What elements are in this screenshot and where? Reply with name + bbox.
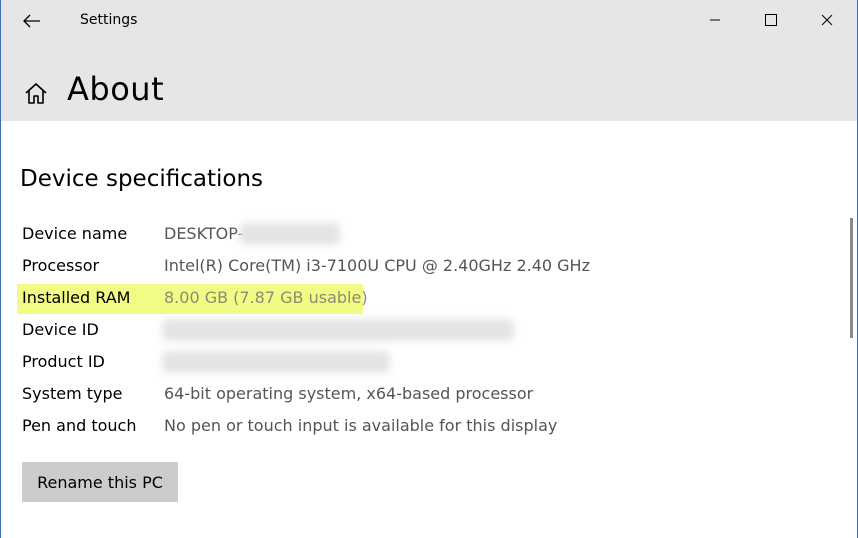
- maximize-icon: [765, 14, 777, 26]
- redacted-value: [162, 319, 514, 341]
- spec-value: 64-bit operating system, x64-based proce…: [164, 384, 534, 403]
- spec-row-installed-ram: Installed RAM 8.00 GB (7.87 GB usable): [22, 285, 662, 311]
- spec-label: Device ID: [22, 320, 99, 339]
- window-title: Settings: [80, 12, 138, 28]
- scrollbar[interactable]: [850, 218, 853, 338]
- section-title: Device specifications: [20, 166, 264, 192]
- spec-label: System type: [22, 384, 123, 403]
- spec-row-device-id: Device ID: [22, 317, 662, 343]
- spec-label: Device name: [22, 224, 128, 243]
- rename-pc-button[interactable]: Rename this PC: [22, 462, 178, 502]
- redacted-value: [240, 223, 340, 245]
- page-header: About: [1, 44, 857, 121]
- minimize-icon: [710, 19, 720, 21]
- spec-label: Installed RAM: [22, 288, 131, 307]
- spec-row-product-id: Product ID: [22, 349, 662, 375]
- spec-row-processor: Processor Intel(R) Core(TM) i3-7100U CPU…: [22, 253, 662, 279]
- minimize-button[interactable]: [687, 0, 743, 40]
- spec-label: Processor: [22, 256, 100, 275]
- close-icon: [821, 14, 833, 26]
- spec-row-pen-and-touch: Pen and touch No pen or touch input is a…: [22, 413, 662, 439]
- back-arrow-icon: [23, 14, 40, 28]
- spec-value: DESKTOP-: [164, 224, 244, 243]
- home-icon: [25, 83, 47, 104]
- spec-row-device-name: Device name DESKTOP-: [22, 221, 662, 247]
- spec-value: Intel(R) Core(TM) i3-7100U CPU @ 2.40GHz…: [164, 256, 590, 275]
- redacted-value: [162, 351, 390, 373]
- maximize-button[interactable]: [743, 0, 799, 40]
- close-button[interactable]: [799, 0, 855, 40]
- spec-row-system-type: System type 64-bit operating system, x64…: [22, 381, 662, 407]
- back-button[interactable]: [15, 6, 49, 36]
- settings-window: Settings About Device specifications Dev…: [0, 0, 858, 538]
- title-bar: Settings: [1, 0, 857, 44]
- spec-label: Product ID: [22, 352, 105, 371]
- page-title: About: [67, 70, 165, 108]
- spec-label: Pen and touch: [22, 416, 137, 435]
- spec-value: No pen or touch input is available for t…: [164, 416, 558, 435]
- spec-value: 8.00 GB (7.87 GB usable): [164, 288, 368, 307]
